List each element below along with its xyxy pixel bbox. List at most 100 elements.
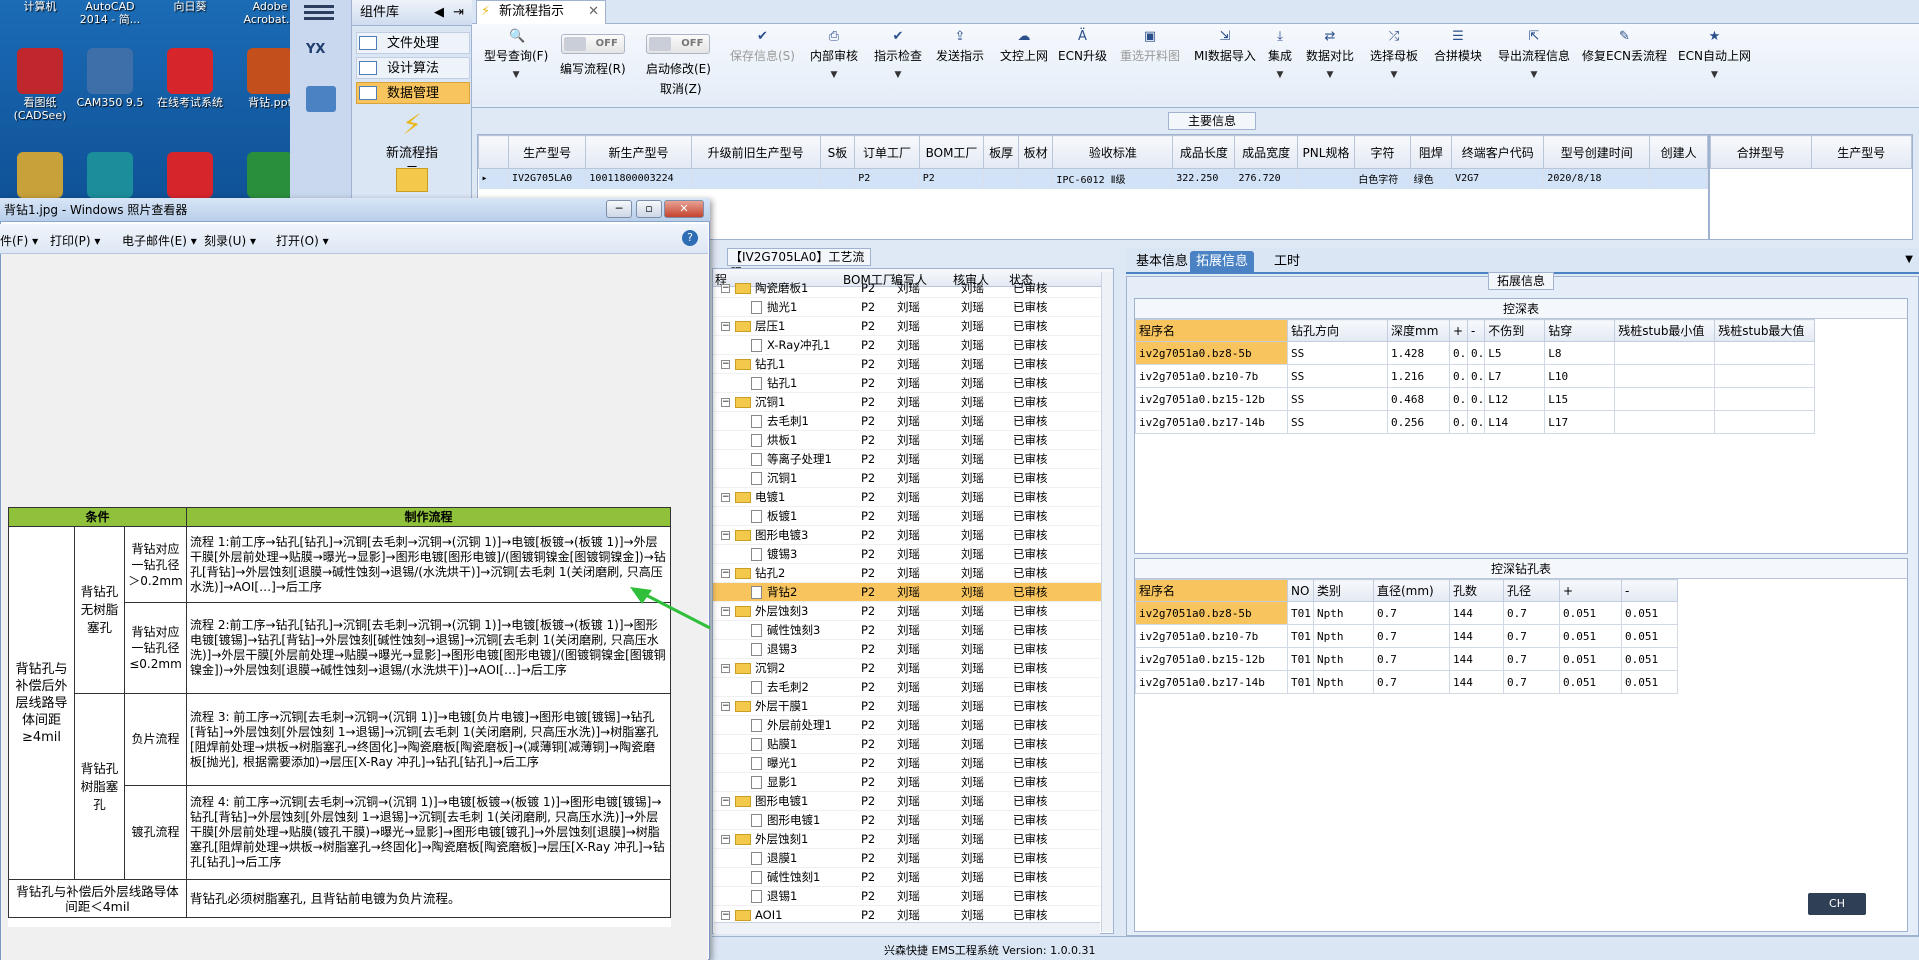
- viewer-menu-item[interactable]: 件(F) ▾: [0, 232, 38, 249]
- table-cell[interactable]: 144: [1449, 647, 1504, 671]
- tree-row[interactable]: 贴膜1 P2 刘瑶 刘瑶 已审核: [713, 735, 1113, 754]
- table-cell[interactable]: L7: [1484, 364, 1546, 388]
- tree-row[interactable]: − 沉铜1 P2 刘瑶 刘瑶 已审核: [713, 393, 1113, 412]
- tree-row[interactable]: 板镀1 P2 刘瑶 刘瑶 已审核: [713, 507, 1113, 526]
- table-row[interactable]: iv2g7051a0.bz8-5b SS 1.428 0. 0. L5 L8: [1135, 341, 1816, 365]
- table-cell[interactable]: Npth: [1313, 601, 1374, 625]
- table-cell[interactable]: 0.7: [1373, 647, 1450, 671]
- collapse-icon[interactable]: ◀: [434, 0, 444, 26]
- column-header[interactable]: 钻穿: [1544, 319, 1616, 342]
- main-info-cell[interactable]: [691, 168, 821, 189]
- tree-row[interactable]: 退锡3 P2 刘瑶 刘瑶 已审核: [713, 640, 1113, 659]
- table-cell[interactable]: iv2g7051a0.bz17-14b: [1135, 670, 1288, 694]
- collapse-toggle-icon[interactable]: −: [721, 531, 730, 540]
- chevron-down-icon[interactable]: ▼: [1370, 70, 1418, 80]
- help-icon[interactable]: ?: [682, 230, 698, 246]
- main-info-cell[interactable]: 绿色: [1410, 168, 1453, 189]
- table-cell[interactable]: SS: [1287, 341, 1388, 365]
- toolbar-button[interactable]: ☰ 合拼模块: [1434, 30, 1482, 64]
- viewer-menu-item[interactable]: 打开(O) ▾: [276, 232, 329, 249]
- tree-row[interactable]: 去毛刺2 P2 刘瑶 刘瑶 已审核: [713, 678, 1113, 697]
- main-info-cell[interactable]: [983, 168, 1019, 189]
- component-item[interactable]: 文件处理: [356, 32, 470, 54]
- tree-row[interactable]: − 图形电镀1 P2 刘瑶 刘瑶 已审核: [713, 792, 1113, 811]
- main-info-row[interactable]: ▸ IV2G705LA0 10011800003224 P2 P2 IPC-6012 Ⅱ级…: [478, 168, 1708, 189]
- table-cell[interactable]: iv2g7051a0.bz10-7b: [1135, 364, 1288, 388]
- toolbar-button[interactable]: ⇲ MI数据导入: [1194, 30, 1256, 64]
- column-header[interactable]: 板材: [1017, 135, 1054, 169]
- toolbar-button[interactable]: OFF 启动修改(E): [646, 34, 711, 77]
- toolbar-button[interactable]: ★ ECN自动上网 ▼: [1678, 30, 1751, 81]
- tree-row[interactable]: − 层压1 P2 刘瑶 刘瑶 已审核: [713, 317, 1113, 336]
- main-info-cell[interactable]: IPC-6012 Ⅱ级: [1052, 168, 1174, 189]
- column-header[interactable]: 深度mm: [1387, 319, 1450, 342]
- table-cell[interactable]: 0.7: [1503, 601, 1560, 625]
- chevron-down-icon[interactable]: ▼: [484, 70, 548, 80]
- main-info-cell[interactable]: [820, 168, 856, 189]
- table-cell[interactable]: 0.: [1466, 410, 1486, 434]
- tree-row[interactable]: 钻孔1 P2 刘瑶 刘瑶 已审核: [713, 374, 1113, 393]
- column-header[interactable]: 型号创建时间: [1543, 135, 1651, 169]
- collapse-toggle-icon[interactable]: −: [721, 569, 730, 578]
- table-row[interactable]: iv2g7051a0.bz17-14b T01 Npth 0.7 144 0.7 0.051…: [1135, 670, 1678, 694]
- table-cell[interactable]: Npth: [1313, 647, 1374, 671]
- tree-row[interactable]: 背钻2 P2 刘瑶 刘瑶 已审核: [713, 583, 1113, 602]
- column-header[interactable]: 板厚: [983, 135, 1019, 169]
- column-header[interactable]: 生产型号: [507, 135, 587, 169]
- main-info-cell[interactable]: V2G7: [1451, 168, 1545, 189]
- desktop-icon-label[interactable]: 向日葵: [150, 0, 230, 13]
- tree-row[interactable]: − 电镀1 P2 刘瑶 刘瑶 已审核: [713, 488, 1113, 507]
- table-row[interactable]: iv2g7051a0.bz10-7b SS 1.216 0. 0. L7 L10: [1135, 364, 1816, 388]
- tree-row[interactable]: 退锡1 P2 刘瑶 刘瑶 已审核: [713, 887, 1113, 906]
- tree-row[interactable]: − 外层干膜1 P2 刘瑶 刘瑶 已审核: [713, 697, 1113, 716]
- desktop-icon[interactable]: 看图纸 (CADSee): [0, 48, 80, 122]
- table-cell[interactable]: 1.428: [1387, 341, 1450, 365]
- column-header[interactable]: 程序名: [1135, 579, 1288, 602]
- table-cell[interactable]: 0.: [1466, 387, 1486, 411]
- table-cell[interactable]: 0.: [1449, 410, 1468, 434]
- table-cell[interactable]: T01: [1287, 670, 1314, 694]
- table-cell[interactable]: Npth: [1313, 670, 1374, 694]
- tab-extended-info[interactable]: 拓展信息: [1190, 251, 1255, 273]
- table-cell[interactable]: 144: [1449, 601, 1504, 625]
- column-header[interactable]: 新生产型号: [585, 135, 692, 169]
- toolbar-button[interactable]: ⇄ 数据对比 ▼: [1306, 30, 1354, 81]
- toolbar-button[interactable]: ⤓ 集成 ▼: [1268, 30, 1292, 81]
- table-cell[interactable]: SS: [1287, 364, 1388, 388]
- tree-row[interactable]: 曝光1 P2 刘瑶 刘瑶 已审核: [713, 754, 1113, 773]
- table-cell[interactable]: 0.: [1449, 387, 1468, 411]
- tree-row[interactable]: 碱性蚀刻1 P2 刘瑶 刘瑶 已审核: [713, 868, 1113, 887]
- column-header[interactable]: 阻焊: [1409, 135, 1453, 169]
- column-header[interactable]: 成品宽度: [1234, 135, 1298, 169]
- close-icon[interactable]: ✕: [588, 1, 599, 23]
- column-header[interactable]: BOM工厂: [918, 135, 985, 169]
- tree-horizontal-scrollbar[interactable]: [714, 922, 1100, 934]
- table-cell[interactable]: iv2g7051a0.bz15-12b: [1135, 387, 1288, 411]
- toolbar-button[interactable]: ⎙ 内部审核 ▼: [810, 30, 858, 81]
- table-cell[interactable]: [1614, 410, 1716, 434]
- collapse-toggle-icon[interactable]: −: [721, 911, 730, 920]
- toggle-switch[interactable]: OFF: [560, 34, 625, 54]
- column-header[interactable]: 合拼型号: [1710, 135, 1812, 169]
- table-cell[interactable]: 0.256: [1387, 410, 1450, 434]
- collapse-toggle-icon[interactable]: −: [721, 702, 730, 711]
- toolbar-button[interactable]: 🔍 型号查询(F) ▼: [484, 30, 548, 81]
- table-cell[interactable]: T01: [1287, 601, 1314, 625]
- viewer-menu-item[interactable]: 电子邮件(E) ▾: [122, 232, 197, 249]
- table-cell[interactable]: T01: [1287, 624, 1314, 648]
- toolbar-button[interactable]: ☁ 文控上网: [1000, 30, 1048, 64]
- column-header[interactable]: 钻孔方向: [1287, 319, 1388, 342]
- table-cell[interactable]: 0.051: [1621, 624, 1678, 648]
- table-cell[interactable]: 0.051: [1559, 647, 1622, 671]
- table-cell[interactable]: [1614, 364, 1716, 388]
- table-cell[interactable]: 0.051: [1559, 670, 1622, 694]
- table-cell[interactable]: SS: [1287, 410, 1388, 434]
- main-info-cell[interactable]: [1649, 168, 1708, 189]
- collapse-toggle-icon[interactable]: −: [721, 398, 730, 407]
- table-cell[interactable]: 144: [1449, 624, 1504, 648]
- table-cell[interactable]: 0.7: [1503, 647, 1560, 671]
- table-cell[interactable]: 144: [1449, 670, 1504, 694]
- calendar-icon[interactable]: [306, 86, 336, 112]
- table-cell[interactable]: 0.7: [1503, 670, 1560, 694]
- yx-logo-icon[interactable]: YX: [306, 42, 336, 72]
